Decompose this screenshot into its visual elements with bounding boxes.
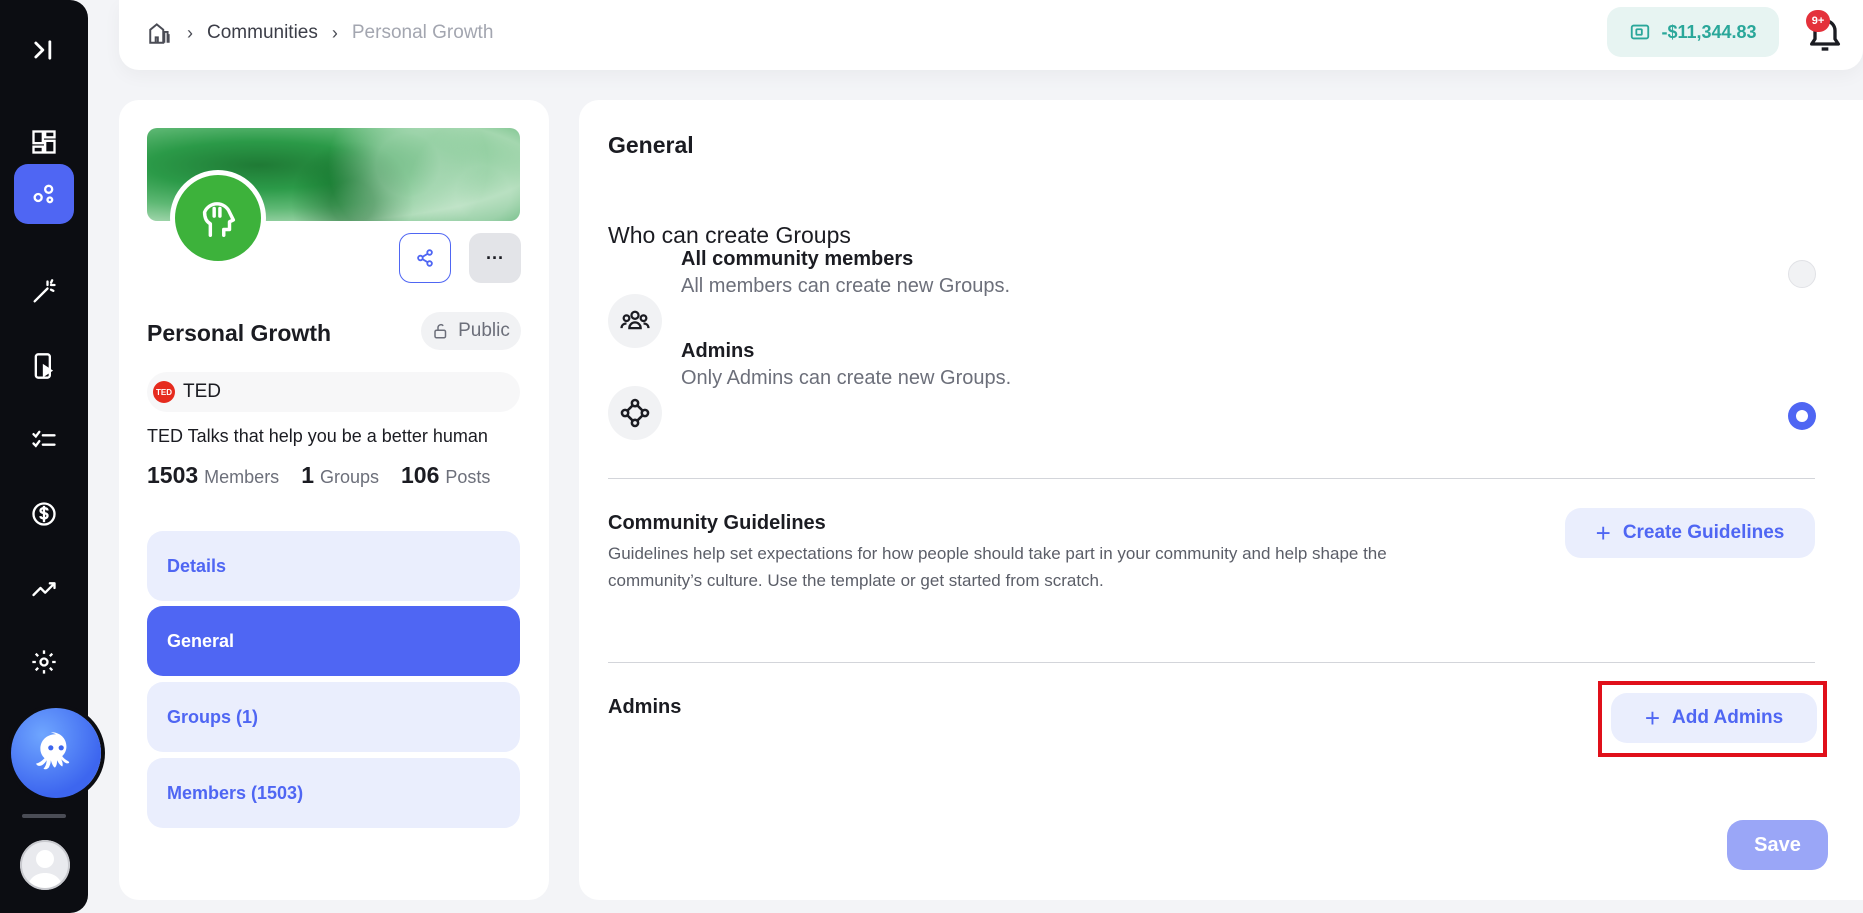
- more-options-button[interactable]: ···: [469, 233, 521, 283]
- visibility-badge: Public: [421, 312, 521, 350]
- divider: [608, 478, 1815, 479]
- magic-wand-icon[interactable]: [14, 262, 74, 322]
- save-button[interactable]: Save: [1727, 820, 1828, 870]
- create-guidelines-button[interactable]: + Create Guidelines: [1565, 508, 1815, 558]
- community-guidelines-title: Community Guidelines: [608, 512, 826, 534]
- user-avatar[interactable]: [20, 840, 70, 890]
- community-guidelines-description: Guidelines help set expectations for how…: [608, 544, 1387, 590]
- wallet-icon: [1631, 24, 1650, 40]
- media-icon[interactable]: [14, 336, 74, 396]
- highlight-box: [1598, 681, 1827, 757]
- dashboard-icon[interactable]: [14, 112, 74, 172]
- plus-icon: +: [1595, 518, 1611, 548]
- octopus-assistant-icon[interactable]: [11, 708, 101, 798]
- unlock-icon: [434, 323, 447, 339]
- breadcrumb-current: Personal Growth: [351, 22, 494, 43]
- wallet-balance: -$11,344.83: [1661, 21, 1757, 42]
- option-all-members-subtitle: All members can create new Groups.: [681, 275, 1011, 297]
- nav-item-groups[interactable]: Groups (1): [147, 682, 520, 752]
- communities-icon[interactable]: [14, 164, 74, 224]
- admins-section-title: Admins: [608, 696, 682, 718]
- analytics-icon[interactable]: [14, 558, 74, 618]
- wallet-balance-button[interactable]: -$11,344.83: [1607, 7, 1779, 57]
- community-logo-head-icon: [170, 170, 266, 266]
- tasks-icon[interactable]: [14, 410, 74, 470]
- option-all-members-title: All community members: [681, 248, 914, 270]
- radio-all-members[interactable]: [1788, 260, 1816, 288]
- community-stats: 1503 Members 1 Groups 106 Posts: [147, 462, 490, 489]
- community-name: Personal Growth: [147, 320, 332, 346]
- create-guidelines-label: Create Guidelines: [1622, 522, 1785, 543]
- members-group-icon: [608, 294, 662, 348]
- radio-admins[interactable]: [1788, 402, 1816, 430]
- share-button[interactable]: [399, 233, 451, 283]
- chevron-right-icon: ›: [187, 22, 193, 43]
- home-icon[interactable]: [147, 20, 173, 46]
- option-admins-subtitle: Only Admins can create new Groups.: [681, 367, 1012, 389]
- general-settings-panel: General Who can create Groups All commun…: [579, 100, 1863, 900]
- stat-groups: 1 Groups: [301, 462, 380, 488]
- nav-item-general[interactable]: General: [147, 606, 520, 676]
- expand-sidebar-icon[interactable]: [14, 20, 74, 80]
- breadcrumb: › Communities › Personal Growth: [147, 20, 493, 46]
- share-icon: [417, 249, 433, 267]
- sidebar-rail: [0, 0, 101, 913]
- nav-item-members[interactable]: Members (1503): [147, 758, 520, 828]
- ted-logo: TED: [153, 381, 175, 403]
- organization-row[interactable]: TED TED: [147, 372, 520, 412]
- chevron-right-icon: ›: [331, 22, 338, 43]
- option-admins-title: Admins: [681, 340, 755, 362]
- stat-posts: 106 Posts: [401, 462, 491, 488]
- settings-icon[interactable]: [14, 632, 74, 692]
- organization-name: TED: [183, 381, 221, 402]
- who-can-create-groups-title: Who can create Groups: [608, 222, 851, 248]
- community-card: ··· Personal Growth Public TED TED TED T…: [119, 100, 549, 900]
- billing-icon[interactable]: [14, 484, 74, 544]
- top-bar: › Communities › Personal Growth -$11,344…: [119, 0, 1863, 70]
- breadcrumb-communities[interactable]: Communities: [207, 22, 318, 44]
- rail-separator: [22, 814, 66, 818]
- notification-badge: 9+: [1806, 10, 1830, 32]
- community-description: TED Talks that help you be a better huma…: [147, 426, 488, 446]
- stat-members: 1503 Members: [147, 462, 280, 488]
- nav-item-details[interactable]: Details: [147, 531, 520, 601]
- section-title: General: [608, 132, 694, 158]
- admins-network-icon: [608, 386, 662, 440]
- visibility-label: Public: [458, 320, 510, 341]
- divider: [608, 662, 1815, 663]
